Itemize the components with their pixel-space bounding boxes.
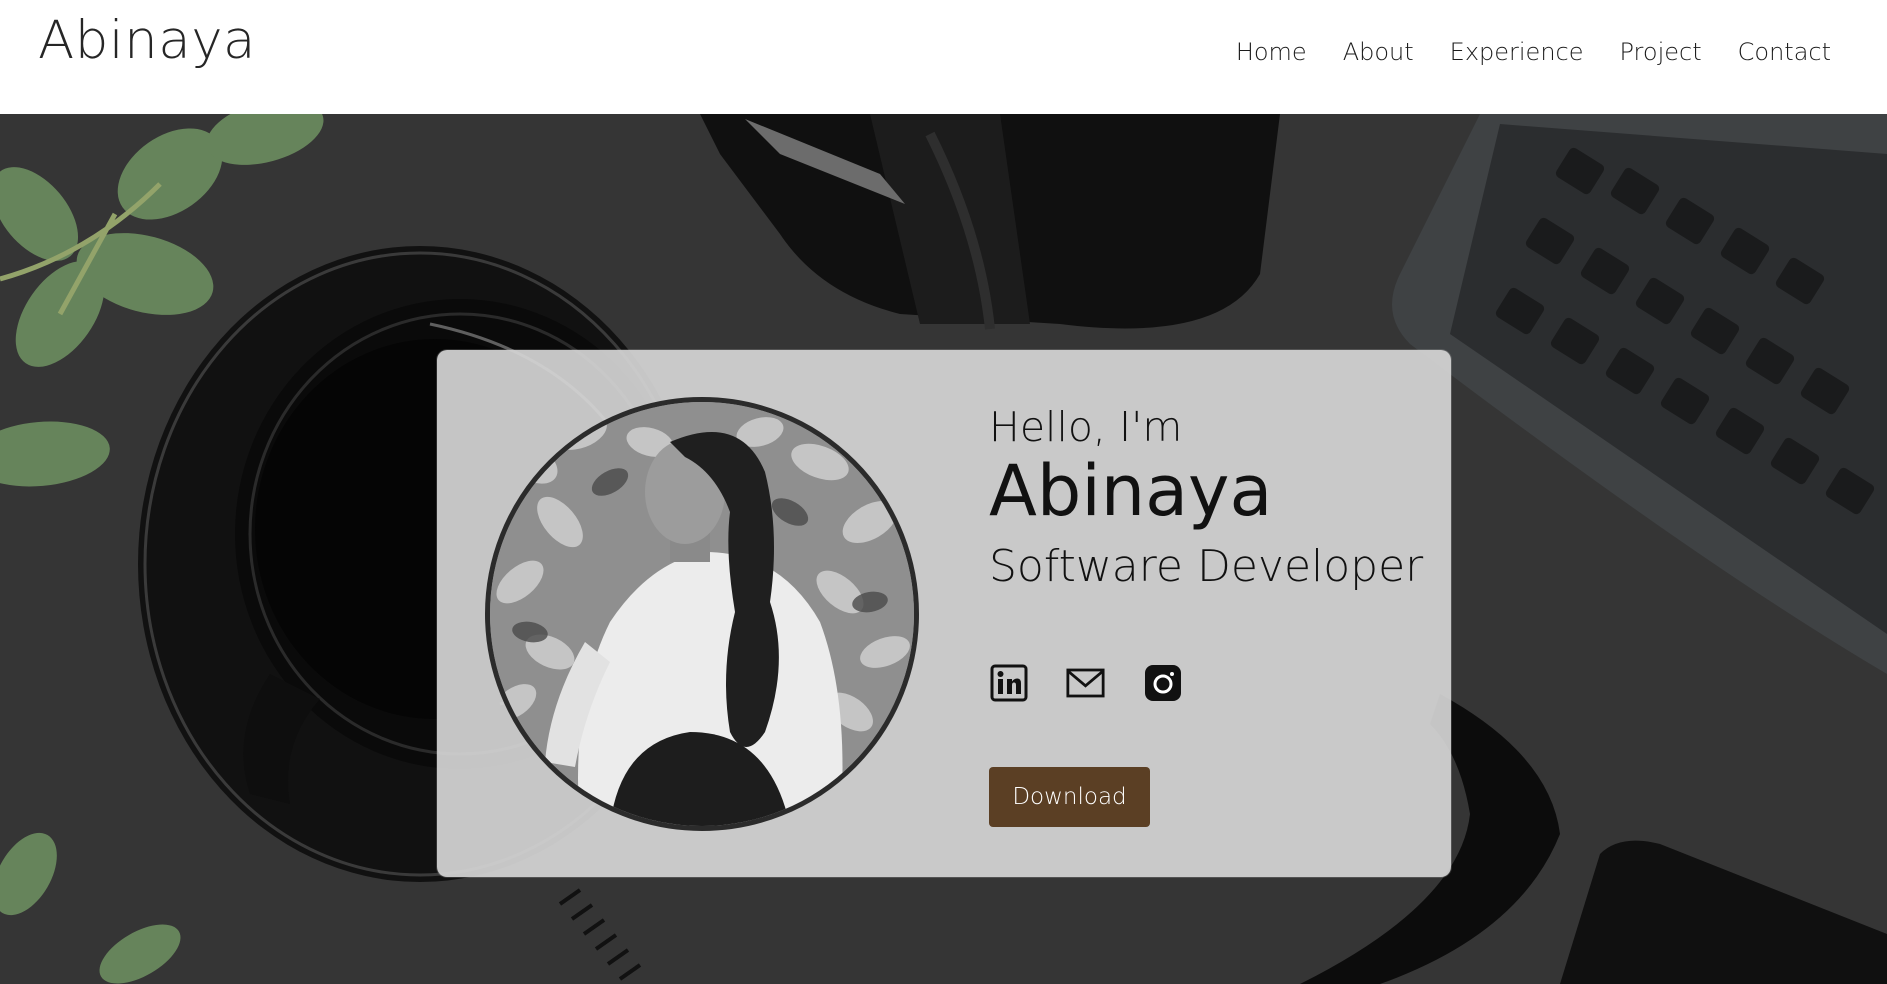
nav-link-experience[interactable]: Experience — [1450, 38, 1584, 66]
social-links — [989, 663, 1182, 702]
main-nav: Home About Experience Project Contact — [1236, 38, 1831, 66]
hero-name: Abinaya — [989, 450, 1273, 532]
nav-link-project[interactable]: Project — [1620, 38, 1702, 66]
hero-section: Hello, I'm Abinaya Software Developer Do… — [0, 114, 1887, 984]
nav-link-home[interactable]: Home — [1236, 38, 1307, 66]
job-title: Software Developer — [989, 541, 1424, 592]
intro-text: Hello, I'm Abinaya Software Developer — [989, 402, 1423, 594]
linkedin-icon — [990, 664, 1027, 701]
nav-link-contact[interactable]: Contact — [1738, 38, 1831, 66]
email-link[interactable] — [1066, 663, 1105, 702]
mail-icon — [1066, 668, 1105, 697]
greeting-text: Hello, I'm — [989, 403, 1183, 451]
site-header: Abinaya Home About Experience Project Co… — [0, 0, 1887, 114]
linkedin-link[interactable] — [989, 663, 1028, 702]
instagram-link[interactable] — [1143, 663, 1182, 702]
intro-card: Hello, I'm Abinaya Software Developer Do… — [437, 350, 1451, 877]
brand-logo-text[interactable]: Abinaya — [38, 10, 256, 71]
nav-link-about[interactable]: About — [1343, 38, 1414, 66]
download-button[interactable]: Download — [989, 767, 1150, 827]
profile-photo — [485, 397, 919, 831]
instagram-icon — [1144, 664, 1181, 701]
